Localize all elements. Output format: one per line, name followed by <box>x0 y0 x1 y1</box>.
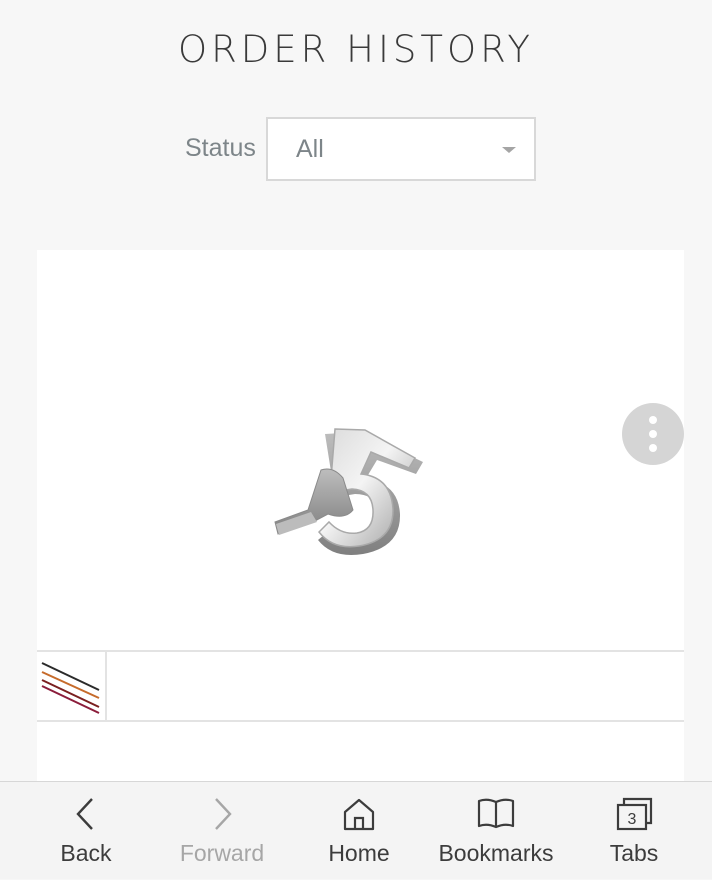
tabs-icon: 3 <box>616 797 653 831</box>
forward-label: Forward <box>179 840 265 866</box>
thumbnail-row <box>37 652 684 720</box>
browser-bottom-bar: Back Forward Home Bookmarks 3 Tabs <box>0 781 712 879</box>
more-vertical-icon <box>649 416 657 424</box>
home-label: Home <box>328 840 390 866</box>
product-image[interactable] <box>37 250 684 650</box>
cord-thumbnail-image <box>41 662 100 714</box>
home-button[interactable]: Home <box>309 782 409 880</box>
back-button[interactable]: Back <box>36 782 136 880</box>
more-vertical-icon-dot <box>649 430 657 438</box>
page-title: ORDER HISTORY <box>177 28 535 71</box>
tabs-button[interactable]: 3 Tabs <box>584 782 684 880</box>
status-select-value: All <box>296 135 324 163</box>
bookmarks-label: Bookmarks <box>438 840 554 866</box>
status-filter: Status All <box>0 117 712 181</box>
chevron-down-icon <box>502 147 516 153</box>
thumbnail-separator <box>105 652 107 720</box>
bookmarks-icon <box>477 798 515 829</box>
status-label: Status <box>185 134 256 162</box>
more-options-button[interactable] <box>622 403 684 465</box>
tabs-count: 3 <box>628 811 637 828</box>
tabs-label: Tabs <box>609 840 659 866</box>
number-five-charm-image <box>274 428 423 556</box>
status-select[interactable]: All <box>266 117 536 181</box>
product-thumbnail[interactable] <box>37 652 105 720</box>
card-divider <box>37 720 684 722</box>
bookmarks-button[interactable]: Bookmarks <box>436 782 556 880</box>
home-icon <box>343 798 375 831</box>
chevron-left-icon <box>76 798 93 830</box>
chevron-right-icon <box>215 798 232 830</box>
order-card <box>37 250 684 790</box>
back-label: Back <box>60 840 112 866</box>
more-vertical-icon-dot <box>649 444 657 452</box>
forward-button[interactable]: Forward <box>167 782 277 880</box>
